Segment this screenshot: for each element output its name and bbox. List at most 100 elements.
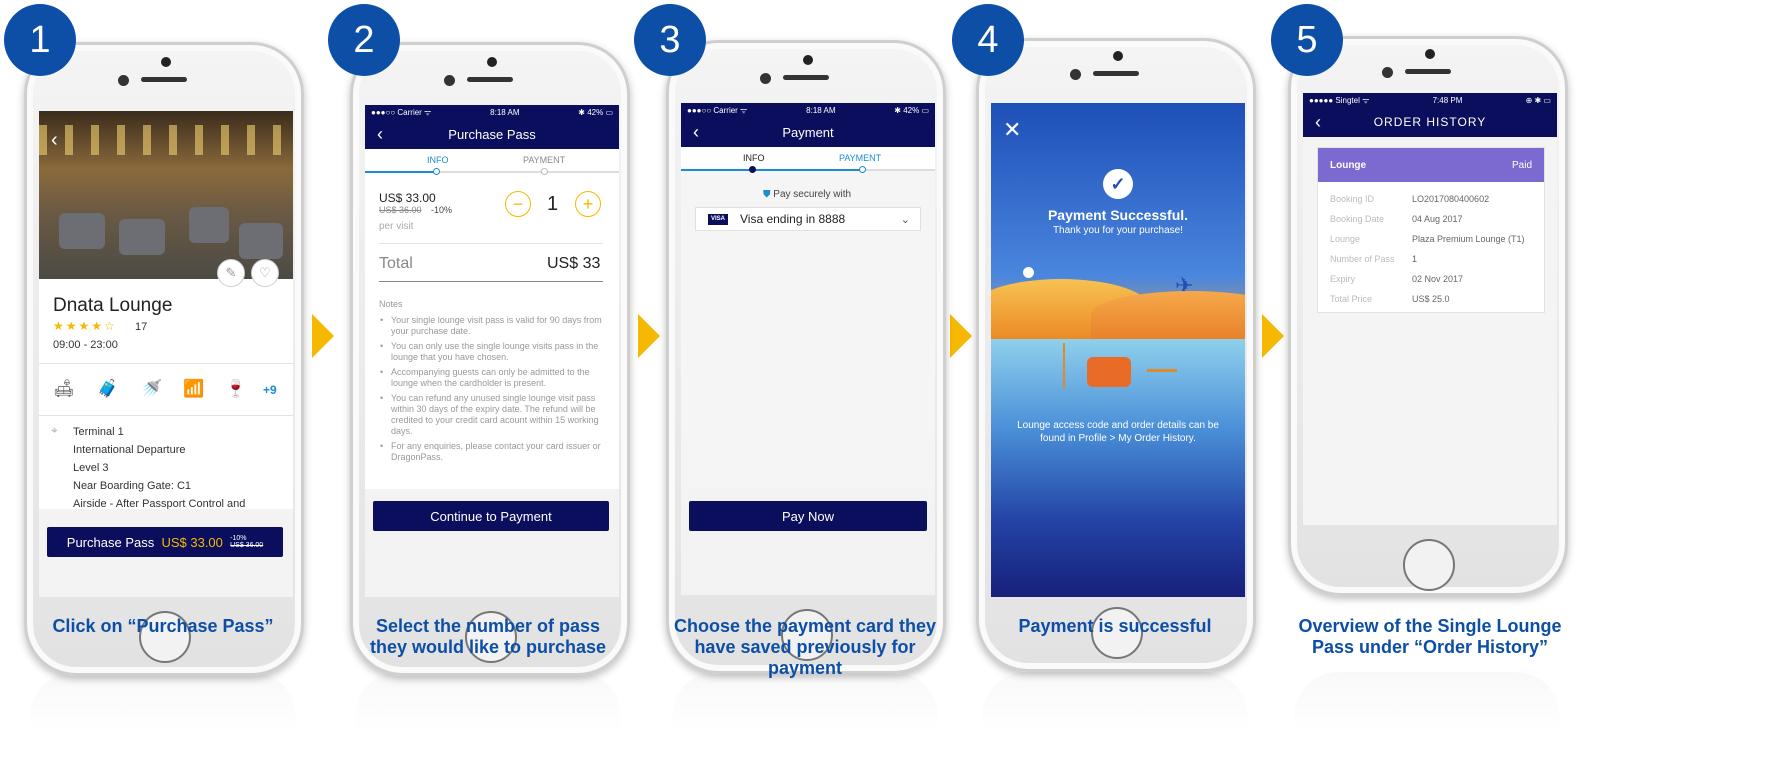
screen-order-history: ●●●●● Singtel ᯤ 7:48 PM ⊕ ✱ ▭ ‹ ORDER HIST…	[1303, 93, 1557, 525]
total-label: Total	[379, 255, 413, 272]
status-bar: ●●●○○ Carrier ᯤ 8:18 AM ✱ 42% ▭	[365, 105, 619, 119]
page-title: Payment	[782, 124, 834, 140]
arrow-icon	[1262, 314, 1284, 358]
unit-price: US$ 33.00	[379, 191, 436, 205]
lamp-icon	[1063, 343, 1081, 389]
arrow-icon	[638, 314, 660, 358]
continue-to-payment-button[interactable]: Continue to Payment	[373, 501, 609, 531]
back-arrow-icon[interactable]: ‹	[51, 129, 58, 152]
phone-reflection	[1294, 672, 1560, 761]
step-badge-3: 3	[634, 4, 706, 76]
sofa-icon	[1087, 357, 1131, 387]
old-price: US$ 36.00	[379, 205, 422, 215]
note-item: Your single lounge visit pass is valid f…	[380, 315, 607, 337]
screen-payment: ●●●○○ Carrier ᯤ 8:18 AM ✱ 42% ▭ ‹ Payment …	[681, 103, 935, 595]
discount-badge: -10%	[431, 205, 453, 215]
phone-frame-4: ✕ ✓ Payment Successful. Thank you for yo…	[976, 38, 1256, 672]
secure-payment-label: ⛊ Pay securely with	[763, 189, 852, 200]
close-icon[interactable]: ✕	[1003, 117, 1021, 143]
phone-reflection	[30, 672, 296, 761]
status-bar: ●●●○○ Carrier ᯤ 8:18 AM ✱ 42% ▭	[681, 103, 935, 117]
rating-stars-icon: ★★★★☆	[53, 319, 117, 333]
success-subtitle: Thank you for your purchase!	[1052, 225, 1184, 236]
lounge-photo	[39, 111, 293, 279]
screen-lounge-details: ‹ ✎ ♡ Dnata Lounge ★★★★☆ 17 09:00 - 23:0…	[39, 111, 293, 597]
drink-icon: 🍷	[225, 379, 247, 398]
address-line: Level 3	[73, 462, 109, 474]
old-price: US$ 36.00	[230, 542, 264, 549]
phone-reflection	[672, 672, 938, 761]
tab-payment: PAYMENT	[839, 153, 882, 163]
nav-bar: ‹ ORDER HISTORY	[1303, 107, 1557, 137]
nav-bar: ‹ Payment	[681, 117, 935, 147]
back-arrow-icon[interactable]: ‹	[377, 124, 383, 145]
more-amenities[interactable]: +9	[263, 383, 277, 397]
order-card[interactable]: Lounge Paid Booking ID LO2017080400602 Bo…	[1317, 147, 1545, 313]
caption-step-1: Click on “Purchase Pass”	[52, 616, 274, 636]
phone-reflection	[355, 672, 621, 761]
arrow-icon	[950, 314, 972, 358]
plus-button[interactable]: +	[575, 191, 601, 217]
home-button[interactable]	[1403, 539, 1455, 591]
screen-payment-success: ✕ ✓ Payment Successful. Thank you for yo…	[991, 103, 1245, 597]
order-card-header: Lounge Paid	[1318, 148, 1544, 182]
location-pin-icon: ⌖	[51, 423, 58, 437]
success-title: Payment Successful.	[1047, 207, 1189, 223]
sofa-icon: 🛋	[53, 379, 75, 398]
card-label: Visa ending in 8888	[740, 212, 846, 226]
caption-step-3: Choose the payment card they have saved …	[673, 616, 937, 678]
tab-info: INFO	[743, 153, 765, 163]
caption-step-5: Overview of the Single Lounge Pass under…	[1298, 616, 1562, 657]
quantity-value: 1	[547, 193, 559, 215]
purchase-label: Purchase Pass	[66, 534, 155, 550]
sun-icon	[1023, 267, 1034, 278]
tutorial-stage: 1 2 3 4 5 ‹ ✎ ♡ Dnata Lounge ★★★★☆ 17 09…	[0, 0, 1767, 761]
lounge-name: Dnata Lounge	[53, 295, 173, 316]
progress-tabs: INFO PAYMENT	[365, 149, 619, 175]
status-badge: Paid	[1511, 159, 1532, 171]
phone-frame-2: ●●●○○ Carrier ᯤ 8:18 AM ✱ 42% ▭ ‹ Purchase…	[350, 42, 630, 676]
favorite-heart-icon[interactable]: ♡	[251, 259, 279, 287]
back-arrow-icon[interactable]: ‹	[1315, 112, 1322, 133]
phone-frame-3: ●●●○○ Carrier ᯤ 8:18 AM ✱ 42% ▭ ‹ Payment …	[666, 40, 946, 674]
shower-icon: 🚿	[141, 379, 163, 398]
progress-tabs: INFO PAYMENT	[681, 147, 935, 173]
note-item: You can refund any unused single lounge …	[380, 393, 607, 437]
wifi-icon: 📶	[183, 379, 205, 398]
chevron-down-icon: ⌄	[900, 213, 910, 226]
purchase-pass-button[interactable]: Purchase Pass US$ 33.00 -10% US$ 36.00	[47, 527, 283, 557]
tab-payment: PAYMENT	[523, 155, 566, 165]
notes-heading: Notes	[379, 299, 403, 309]
order-history-info: Lounge access code and order details can…	[1017, 420, 1219, 444]
phone-frame-5: ●●●●● Singtel ᯤ 7:48 PM ⊕ ✱ ▭ ‹ ORDER HIST…	[1288, 36, 1568, 596]
back-arrow-icon[interactable]: ‹	[693, 122, 699, 143]
step-badge-2: 2	[328, 4, 400, 76]
rating-count: 17	[135, 321, 148, 333]
note-item: You can only use the single lounge visit…	[380, 341, 607, 363]
status-bar: ●●●●● Singtel ᯤ 7:48 PM ⊕ ✱ ▭	[1303, 93, 1557, 107]
step-badge-5: 5	[1271, 4, 1343, 76]
saved-card-select[interactable]: VISA Visa ending in 8888 ⌄	[695, 207, 921, 231]
address-line: Near Boarding Gate: C1	[73, 480, 192, 492]
caption-step-2: Select the number of pass they would lik…	[369, 616, 607, 657]
note-item: Accompanying guests can only be admitted…	[380, 367, 607, 389]
purchase-price: US$ 33.00	[161, 534, 223, 550]
luggage-icon: 🧳	[97, 379, 119, 398]
edit-icon[interactable]: ✎	[217, 259, 245, 287]
caption-step-4: Payment is successful	[1018, 616, 1212, 636]
nav-bar: ‹ Purchase Pass	[365, 119, 619, 149]
arrow-icon	[312, 314, 334, 358]
per-visit-label: per visit	[379, 221, 414, 232]
step-badge-4: 4	[952, 4, 1024, 76]
page-title: Purchase Pass	[448, 126, 536, 142]
page-title: ORDER HISTORY	[1373, 115, 1487, 129]
minus-button[interactable]: −	[505, 191, 531, 217]
total-value: US$ 33	[547, 255, 601, 272]
visa-card-icon: VISA	[708, 213, 728, 225]
phone-reflection	[982, 672, 1248, 761]
opening-hours: 09:00 - 23:00	[53, 339, 118, 351]
order-type: Lounge	[1330, 159, 1367, 171]
checkmark-icon: ✓	[1103, 169, 1133, 199]
pay-now-button[interactable]: Pay Now	[689, 501, 927, 531]
address-line: Terminal 1	[73, 426, 124, 438]
